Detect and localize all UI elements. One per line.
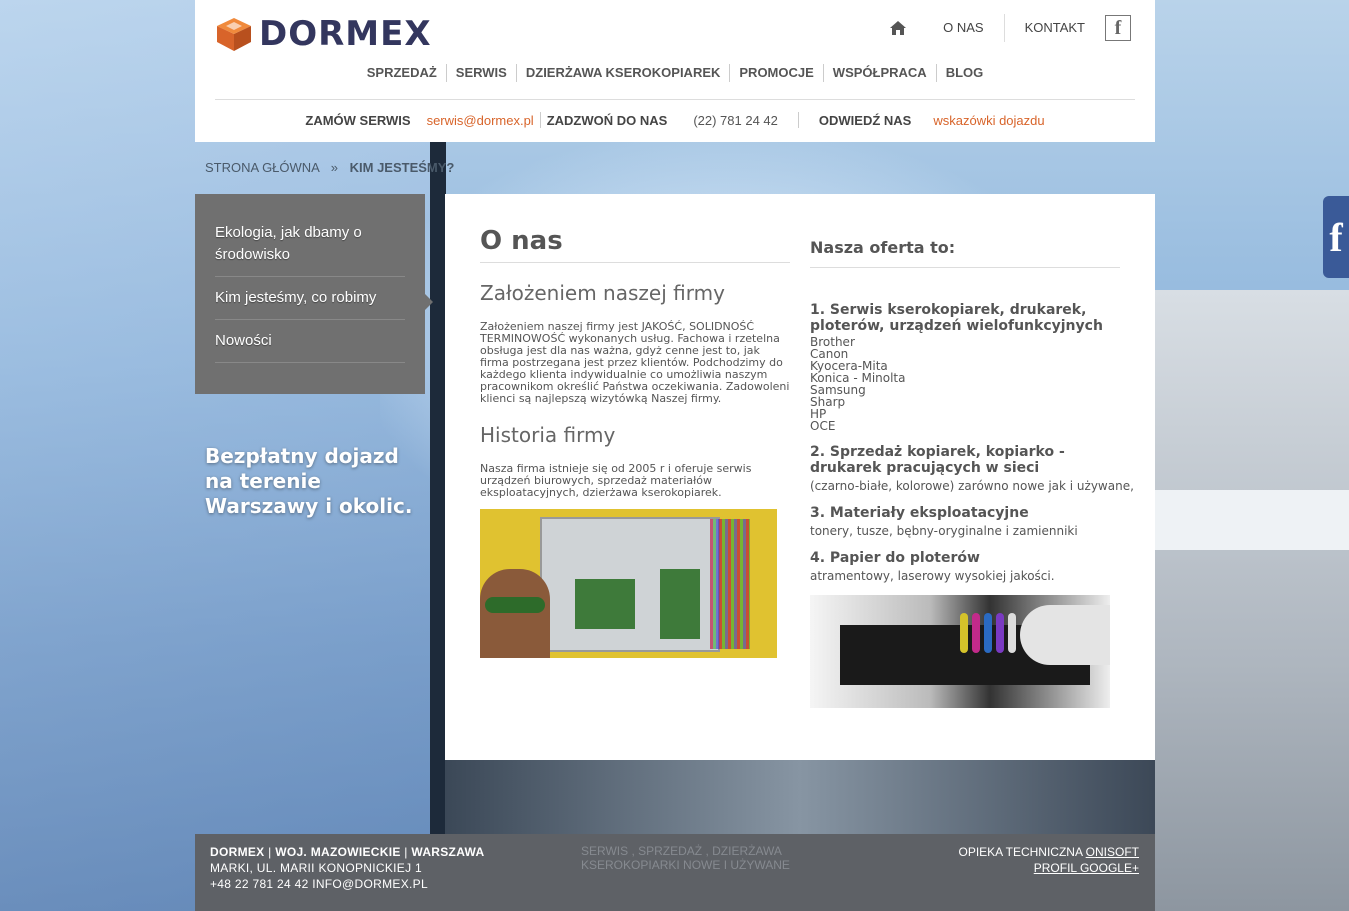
history-text: Nasza firma istnieje się od 2005 r i ofe… xyxy=(480,462,752,499)
offer-heading-sales: 2. Sprzedaż kopiarek, kopiarko - drukare… xyxy=(810,444,1065,476)
header: DORMEX O NAS KONTAKT f SPRZEDAŻ SERWIS D… xyxy=(195,0,1155,142)
footer-links: OPIEKA TECHNICZNA ONISOFT PROFIL GOOGLE+ xyxy=(959,844,1140,876)
logo[interactable]: DORMEX xyxy=(215,14,432,54)
home-icon[interactable] xyxy=(883,14,913,42)
breadcrumb-current: KIM JESTEŚMY? xyxy=(349,160,455,175)
active-indicator xyxy=(425,294,433,310)
order-service-label: ZAMÓW SERWIS xyxy=(305,112,411,128)
left-column: O nas Założeniem naszej firmy Założeniem… xyxy=(480,194,790,658)
footer-company-info: DORMEX | WOJ. MAZOWIECKIE | WARSZAWA MAR… xyxy=(210,845,485,891)
footer-address: MARKI, UL. MARII KONOPNICKIEJ 1 xyxy=(210,861,423,875)
footer-region: WOJ. MAZOWIECKIE xyxy=(275,845,401,859)
footer: DORMEX | WOJ. MAZOWIECKIE | WARSZAWA MAR… xyxy=(195,834,1155,911)
cube-logo-icon xyxy=(215,16,253,52)
divider xyxy=(797,112,799,128)
contact-bar: ZAMÓW SERWIS serwis@dormex.pl ZADZWOŃ DO… xyxy=(195,112,1155,128)
footer-tagline-line1: SERWIS , SPRZEDAŻ , DZIERŻAWA xyxy=(581,844,782,858)
nav-item-lease[interactable]: DZIERŻAWA KSEROKOPIAREK xyxy=(515,64,730,82)
section-heading-history: Historia firmy xyxy=(480,423,616,447)
list-item: Sharp xyxy=(810,395,846,409)
offer-title: Nasza oferta to: xyxy=(810,238,1120,268)
section-heading-foundation: Założeniem naszej firmy xyxy=(480,281,725,305)
footer-tagline: SERWIS , SPRZEDAŻ , DZIERŻAWA KSEROKOPIA… xyxy=(581,844,790,872)
brand-name: DORMEX xyxy=(259,14,432,54)
list-item: HP xyxy=(810,407,827,421)
technician-repair-photo xyxy=(480,509,777,658)
page-title: O nas xyxy=(480,226,790,263)
visit-us-label: ODWIEDŹ NAS xyxy=(818,112,912,128)
header-divider xyxy=(215,99,1135,100)
offer-desc-supplies: tonery, tusze, bębny-oryginalne i zamien… xyxy=(810,524,1078,538)
offer-desc-sales: (czarno-białe, kolorowe) zarówno nowe ja… xyxy=(810,479,1134,493)
call-us-label: ZADZWOŃ DO NAS xyxy=(546,112,668,128)
footer-city: WARSZAWA xyxy=(411,845,485,859)
sidemenu-item-news[interactable]: Nowości xyxy=(215,320,405,363)
directions-link[interactable]: wskazówki dojazdu xyxy=(933,113,1044,128)
nav-item-service[interactable]: SERWIS xyxy=(445,64,516,82)
list-item: Brother xyxy=(810,335,855,349)
sidemenu-item-about[interactable]: Kim jesteśmy, co robimy xyxy=(215,277,405,320)
facebook-side-tab[interactable]: f xyxy=(1323,196,1349,278)
nav-contact-link[interactable]: KONTAKT xyxy=(1005,14,1105,42)
offer-list: 1. Serwis kserokopiarek, drukarek, plote… xyxy=(810,302,1134,583)
breadcrumb-separator: » xyxy=(330,160,338,175)
main-nav: SPRZEDAŻ SERWIS DZIERŻAWA KSEROKOPIAREK … xyxy=(195,64,1155,82)
footer-tagline-line2: KSEROKOPIARKI NOWE I UŻYWANE xyxy=(581,858,790,872)
top-nav: O NAS KONTAKT f xyxy=(883,14,1131,42)
offer-section: 3. Materiały eksploatacyjne tonery, tusz… xyxy=(810,505,1120,538)
divider xyxy=(539,112,541,128)
service-email-link[interactable]: serwis@dormex.pl xyxy=(427,113,534,128)
footer-company: DORMEX xyxy=(210,845,265,859)
list-item: OCE xyxy=(810,419,836,433)
brand-list: Brother Canon Kyocera-Mita Konica - Mino… xyxy=(810,336,1120,432)
offer-heading-paper: 4. Papier do ploterów xyxy=(810,550,980,566)
offer-heading-service: 1. Serwis kserokopiarek, drukarek, plote… xyxy=(810,302,1103,334)
phone-number: (22) 781 24 42 xyxy=(693,112,778,128)
nav-item-promotions[interactable]: PROMOCJE xyxy=(729,64,822,82)
breadcrumb: STRONA GŁÓWNA » KIM JESTEŚMY? xyxy=(205,160,454,175)
nav-item-sales[interactable]: SPRZEDAŻ xyxy=(358,64,446,82)
list-item: Samsung xyxy=(810,383,866,397)
facebook-icon[interactable]: f xyxy=(1105,15,1131,41)
footer-contact: +48 22 781 24 42 INFO@DORMEX.PL xyxy=(210,877,428,891)
side-menu: Ekologia, jak dbamy o środowisko Kim jes… xyxy=(195,194,433,394)
onisoft-link[interactable]: ONISOFT xyxy=(1086,845,1139,859)
offer-desc-paper: atramentowy, laserowy wysokiej jakości. xyxy=(810,569,1055,583)
offer-section: 2. Sprzedaż kopiarek, kopiarko - drukare… xyxy=(810,444,1134,493)
breadcrumb-home[interactable]: STRONA GŁÓWNA xyxy=(205,160,319,175)
tech-care-label: OPIEKA TECHNICZNA xyxy=(958,845,1083,859)
offer-section: 1. Serwis kserokopiarek, drukarek, plote… xyxy=(810,302,1120,432)
printer-cartridges-photo xyxy=(810,595,1110,708)
nav-item-cooperation[interactable]: WSPÓŁPRACA xyxy=(822,64,936,82)
nav-item-blog[interactable]: BLOG xyxy=(935,64,993,82)
right-column: Nasza oferta to: 1. Serwis kserokopiarek… xyxy=(810,194,1134,708)
page-wrapper: DORMEX O NAS KONTAKT f SPRZEDAŻ SERWIS D… xyxy=(195,0,1155,760)
foundation-text: Założeniem naszej firmy jest JAKOŚĆ, SOL… xyxy=(480,320,790,405)
google-profile-link[interactable]: PROFIL GOOGLE+ xyxy=(1034,861,1139,875)
offer-section: 4. Papier do ploterów atramentowy, laser… xyxy=(810,550,1120,583)
content-card: O nas Założeniem naszej firmy Założeniem… xyxy=(445,194,1155,760)
facebook-icon: f xyxy=(1329,214,1343,260)
offer-heading-supplies: 3. Materiały eksploatacyjne xyxy=(810,505,1029,521)
sidemenu-item-ecology[interactable]: Ekologia, jak dbamy o środowisko xyxy=(215,214,405,277)
promo-text: Bezpłatny dojazd na terenie Warszawy i o… xyxy=(205,444,413,518)
nav-about-link[interactable]: O NAS xyxy=(923,14,1003,42)
